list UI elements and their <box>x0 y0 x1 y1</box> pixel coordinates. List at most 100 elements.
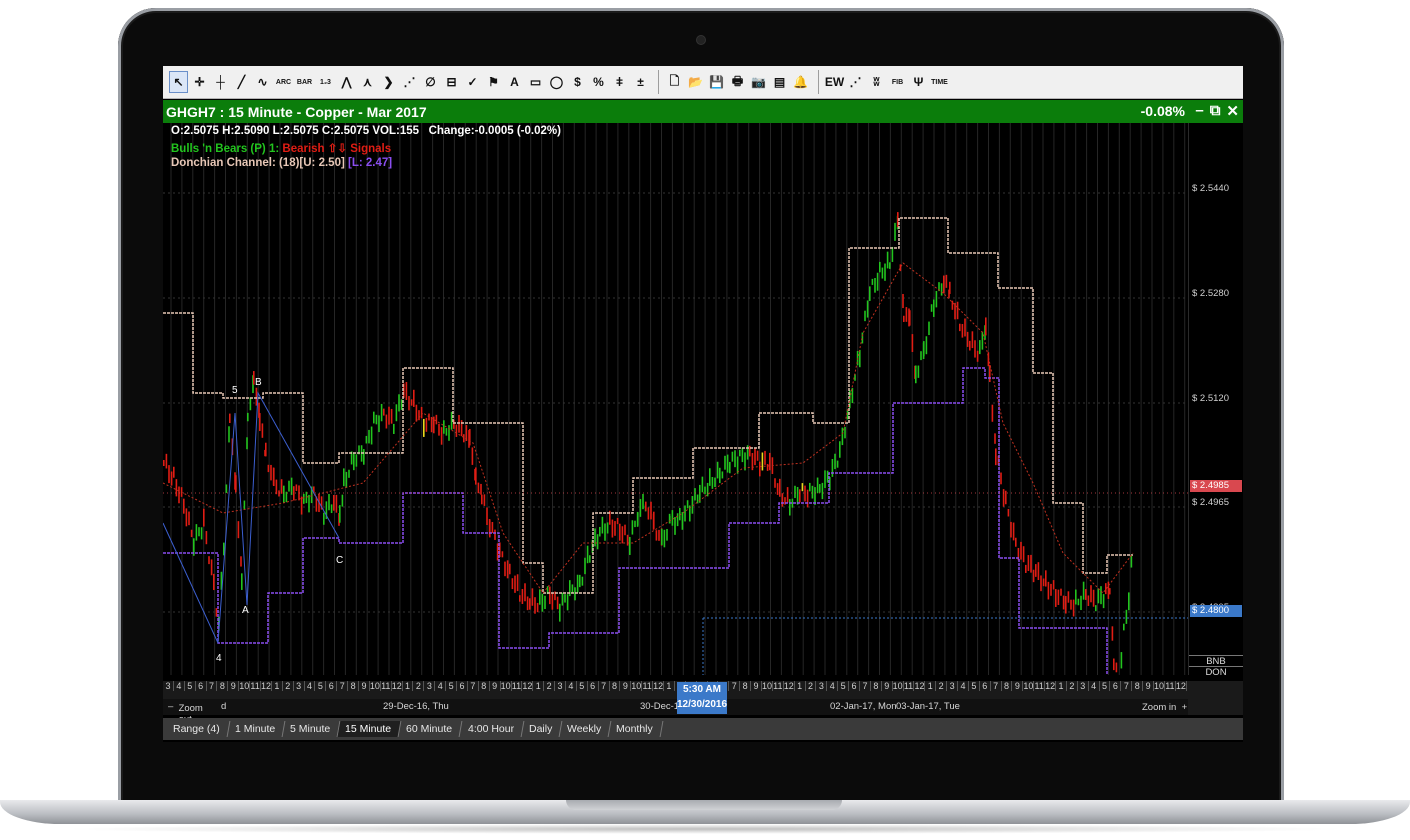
candle <box>637 512 639 526</box>
toolbar-tool-icon[interactable]: ▤ <box>770 71 789 93</box>
restore-icon[interactable]: ⧉ <box>1210 102 1221 120</box>
toolbar-tool-icon[interactable]: ⊟ <box>442 71 461 93</box>
time-axis-hours[interactable]: 3 4 5 6 7 8 9 101112 1 2 3 4 5 6 7 8 9 101112 1 2 3 4 5 6 7 8 9 101… <box>163 681 1188 701</box>
toolbar-tool-icon[interactable]: ⚑ <box>484 71 503 93</box>
toolbar-tool-icon[interactable]: ✓ <box>463 71 482 93</box>
window-controls: – ⧉ ✕ <box>1195 102 1239 120</box>
candle <box>1047 581 1050 600</box>
toolbar-tool-icon[interactable]: Ψ <box>909 71 928 93</box>
price-axis[interactable]: $ 2.5440 $ 2.5280 $ 2.5120 $ 2.4965 $ 2.… <box>1188 123 1243 678</box>
donchian-legend[interactable]: Donchian Channel: (18)[U: 2.50] [L: 2.47… <box>171 157 392 169</box>
interval-tab[interactable]: Weekly <box>559 721 612 737</box>
toolbar-tool-icon[interactable]: % <box>589 71 608 93</box>
price-chart[interactable]: 5 B A C 4 O:2.5075 H:2.5090 L:2.5075 C:2.507… <box>163 123 1243 719</box>
candle <box>666 528 668 541</box>
candle <box>290 477 293 495</box>
toolbar-tool-icon[interactable]: 🖶 <box>728 71 747 93</box>
candle <box>671 510 674 526</box>
candle <box>1062 595 1065 610</box>
toolbar-tool-icon[interactable]: ❯ <box>379 71 398 93</box>
candle <box>443 420 445 434</box>
toolbar-tool-icon[interactable]: ⋰ <box>400 71 419 93</box>
candle <box>839 441 841 458</box>
candle <box>734 450 736 468</box>
interval-tab[interactable]: 4:00 Hour <box>460 721 525 737</box>
toolbar-tool-icon[interactable]: 💾 <box>707 71 726 93</box>
close-icon[interactable]: ✕ <box>1226 102 1239 120</box>
candle <box>1035 564 1037 577</box>
toolbar-tool-icon[interactable]: 🗋 <box>665 71 684 93</box>
toolbar-tool-icon[interactable]: 🔔 <box>791 71 810 93</box>
interval-tab-label: Weekly <box>566 723 602 735</box>
time-axis-dates[interactable]: – Zoom out d 29-Dec-16, Thu 30-Dec-1 02-… <box>163 699 1188 725</box>
hour-tick: 2 <box>413 681 425 691</box>
candle <box>626 534 629 546</box>
candle <box>200 527 203 540</box>
candle <box>836 460 839 468</box>
zoom-out-button[interactable]: – Zoom out <box>168 701 203 725</box>
candle <box>709 468 711 486</box>
candle <box>1052 580 1055 590</box>
toolbar-tool-icon[interactable]: ⋰ <box>846 71 865 93</box>
hour-tick: 9 <box>620 681 632 691</box>
toolbar-tool-icon[interactable]: 1₂3 <box>316 71 335 93</box>
interval-tab-label: 1 Minute <box>234 723 275 735</box>
toolbar-tool-icon[interactable]: ǂ <box>610 71 629 93</box>
interval-tab[interactable]: 15 Minute <box>337 721 402 737</box>
toolbar-tool-icon[interactable]: A <box>505 71 524 93</box>
toolbar-tool-icon[interactable]: 📷 <box>749 71 768 93</box>
toolbar-tool-icon[interactable]: ⋀ <box>337 71 356 93</box>
toolbar-tool-icon[interactable]: ◯ <box>547 71 566 93</box>
toolbar-tool-icon[interactable]: 📂 <box>686 71 705 93</box>
hour-tick: 10 <box>761 681 773 691</box>
toolbar-tool-icon[interactable]: ARC <box>274 71 293 93</box>
toolbar-tool-icon[interactable]: ↖ <box>169 71 188 93</box>
toolbar-tool-icon[interactable]: ┼ <box>211 71 230 93</box>
candle <box>1012 522 1015 541</box>
candle <box>423 418 425 437</box>
toolbar-tool-icon[interactable]: ▭ <box>526 71 545 93</box>
toolbar-tool-icon[interactable]: TIME <box>930 71 949 93</box>
candle <box>418 410 420 421</box>
candle <box>300 496 303 515</box>
candle <box>275 479 278 495</box>
toolbar-tool-icon[interactable]: FIB <box>888 71 907 93</box>
interval-tab[interactable]: Daily <box>521 721 563 737</box>
toolbar-tool-icon[interactable]: ± <box>631 71 650 93</box>
chart-title-bar[interactable]: GHGH7 : 15 Minute - Copper - Mar 2017 -0… <box>163 100 1243 123</box>
toolbar-tool-icon[interactable]: ∿ <box>253 71 272 93</box>
candle <box>408 396 410 411</box>
toolbar-tool-icon[interactable]: ∅ <box>421 71 440 93</box>
candle <box>729 461 731 474</box>
bnb-signals: ⇧⇩ Signals <box>327 143 392 155</box>
interval-tab[interactable]: 5 Minute <box>282 721 341 737</box>
interval-tab[interactable]: 1 Minute <box>227 721 286 737</box>
toolbar-tool-icon[interactable]: EW <box>825 71 844 93</box>
candle <box>779 478 781 497</box>
interval-tab[interactable]: 60 Minute <box>398 721 463 737</box>
candle <box>491 521 494 533</box>
toolbar-tool-icon[interactable]: BAR <box>295 71 314 93</box>
candle <box>909 310 911 326</box>
candle <box>328 493 330 511</box>
candle <box>920 351 922 361</box>
price-label: $ 2.5440 <box>1192 183 1229 194</box>
candle <box>945 274 948 288</box>
zoom-in-button[interactable]: Zoom in + <box>1142 702 1187 713</box>
toolbar-tool-icon[interactable]: ╱ <box>232 71 251 93</box>
toolbar-tool-icon[interactable]: ⋏ <box>358 71 377 93</box>
chart-canvas[interactable]: 5 B A C 4 <box>163 123 1188 719</box>
toolbar-tool-icon[interactable]: $ <box>568 71 587 93</box>
toolbar-tool-icon[interactable]: ʬ <box>867 71 886 93</box>
bnb-legend[interactable]: Bulls 'n Bears (P) 1: Bearish ⇧⇩ Signals <box>171 141 391 155</box>
candle <box>345 471 348 488</box>
candle <box>917 365 920 378</box>
hour-tick: 8 <box>1132 681 1144 691</box>
candle <box>165 453 168 469</box>
interval-tab[interactable]: Monthly <box>608 721 664 737</box>
toolbar-tool-icon[interactable]: ✛ <box>190 71 209 93</box>
don-panel-tag[interactable]: DON <box>1189 666 1243 678</box>
minimize-icon[interactable]: – <box>1195 102 1203 120</box>
interval-tab[interactable]: Range (4) <box>165 721 231 737</box>
candle <box>674 517 676 535</box>
